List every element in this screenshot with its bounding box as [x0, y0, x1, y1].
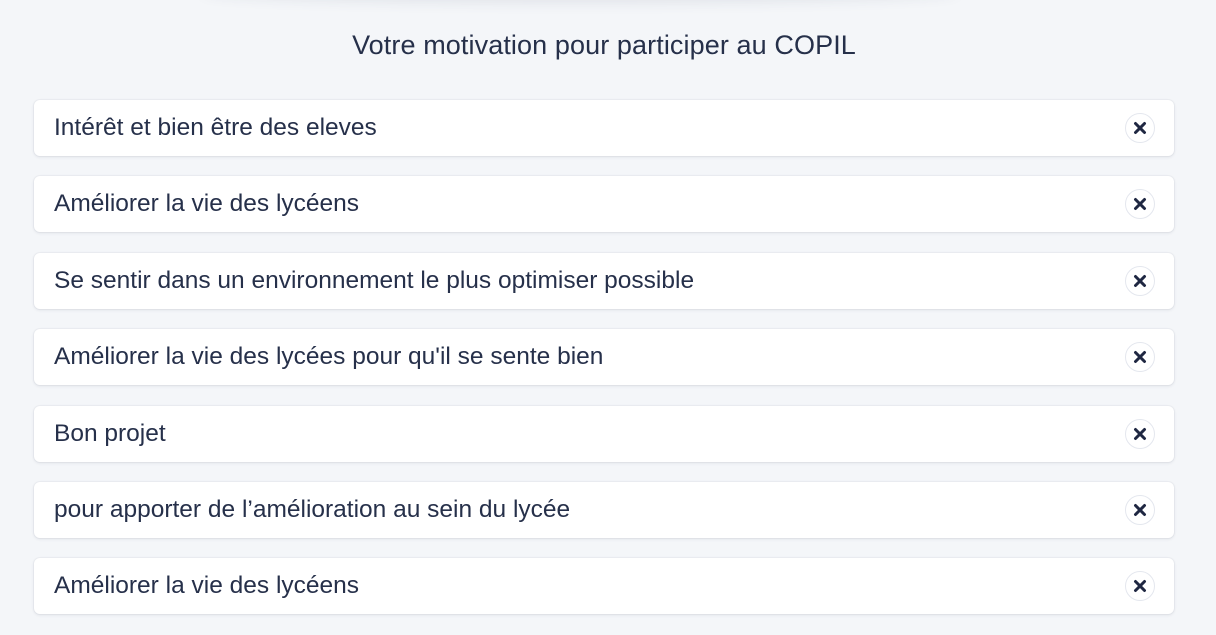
remove-item-button[interactable] [1125, 189, 1155, 220]
close-icon [1134, 122, 1146, 134]
remove-item-button[interactable] [1125, 418, 1155, 449]
page-title: Votre motivation pour participer au COPI… [352, 30, 856, 60]
motivation-list: Intérêt et bien être des eleves Améliore… [34, 100, 1174, 635]
list-item: Bon projet [34, 405, 1174, 462]
remove-item-button[interactable] [1125, 342, 1155, 373]
list-item: Se sentir dans un environnement le plus … [34, 252, 1174, 309]
list-item: Améliorer la vie des lycées pour qu'il s… [34, 329, 1174, 386]
list-item: Intérêt et bien être des eleves [34, 100, 1174, 156]
close-icon [1134, 198, 1146, 211]
close-icon [1134, 351, 1146, 364]
remove-item-button[interactable] [1125, 265, 1155, 296]
remove-item-button[interactable] [1125, 494, 1155, 525]
list-item-text: Améliorer la vie des lycéens [54, 572, 360, 600]
list-item-text: Améliorer la vie des lycées pour qu'il s… [54, 343, 604, 371]
list-item: pour apporter de l’amélioration au sein … [34, 481, 1174, 538]
close-icon [1134, 427, 1146, 440]
list-item: Améliorer la vie des lycéens [34, 176, 1174, 233]
list-item: Améliorer la vie des lycéens [34, 558, 1174, 615]
close-icon [1134, 274, 1146, 287]
list-item-text: Intérêt et bien être des eleves [54, 114, 377, 141]
close-icon [1134, 580, 1146, 593]
remove-item-button[interactable] [1125, 571, 1155, 602]
list-item-text: pour apporter de l’amélioration au sein … [54, 495, 571, 523]
remove-item-button[interactable] [1125, 113, 1155, 143]
list-item-text: Bon projet [54, 419, 166, 447]
list-item-text: Se sentir dans un environnement le plus … [54, 266, 695, 294]
list-item-text: Améliorer la vie des lycéens [54, 190, 360, 218]
close-icon [1134, 503, 1146, 516]
